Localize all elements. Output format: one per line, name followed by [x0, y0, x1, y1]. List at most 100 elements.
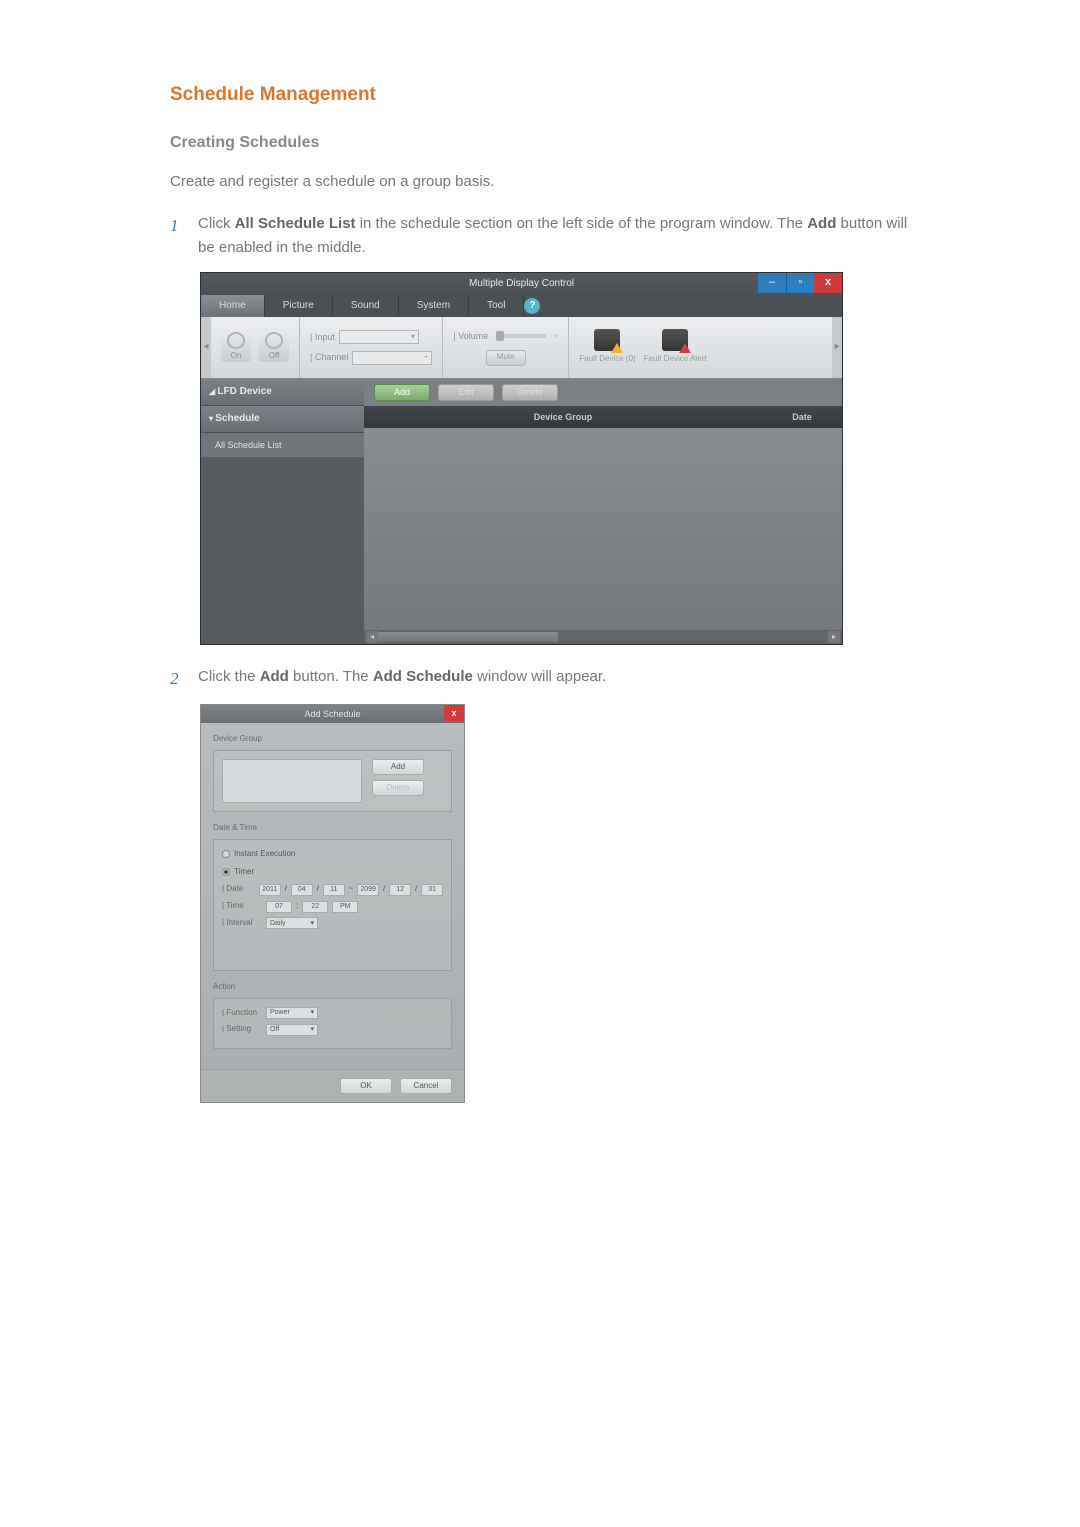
text: Click [198, 215, 235, 232]
day2-stepper[interactable]: 31 [421, 884, 443, 896]
close-button[interactable]: x [814, 273, 842, 293]
month1-stepper[interactable]: 04 [291, 884, 313, 896]
sep: / [415, 883, 417, 896]
add-schedule-dialog: Add Schedule x Device Group Add Delete D… [200, 704, 465, 1103]
function-row: | Function Power ▾ [222, 1007, 443, 1020]
power-icon [265, 332, 283, 348]
ribbon-nav-right[interactable]: ▸ [832, 317, 842, 378]
ribbon-nav-left[interactable]: ◂ [201, 317, 211, 378]
value: Power [270, 1007, 290, 1018]
step-number: 2 [170, 665, 184, 692]
tab-system[interactable]: System [399, 295, 469, 317]
date-time-label: Date & Time [213, 822, 452, 835]
power-on-button[interactable]: On [221, 332, 251, 362]
lfd-device-header[interactable]: LFD Device [201, 379, 364, 406]
device-group-listbox[interactable] [222, 759, 362, 803]
setting-select[interactable]: Off ▾ [266, 1024, 318, 1036]
step-text: Click the Add button. The Add Schedule w… [198, 665, 910, 692]
tab-picture[interactable]: Picture [265, 295, 333, 317]
content-area: LFD Device Schedule All Schedule List Ad… [201, 379, 842, 644]
tab-sound[interactable]: Sound [333, 295, 399, 317]
cancel-button[interactable]: Cancel [400, 1078, 452, 1094]
tab-tool[interactable]: Tool [469, 295, 524, 317]
delete-button[interactable]: Delete [502, 384, 558, 401]
day1-stepper[interactable]: 11 [323, 884, 345, 896]
grid-header: Device Group Date [364, 406, 842, 428]
scroll-left-icon[interactable]: ◂ [366, 631, 378, 643]
volume-slider[interactable] [496, 334, 546, 338]
scroll-thumb[interactable] [378, 632, 558, 642]
chevron-down-icon: ▾ [310, 1007, 314, 1018]
month2-stepper[interactable]: 12 [389, 884, 411, 896]
tab-home[interactable]: Home [201, 295, 265, 317]
right-panel: Add Edit Delete Device Group Date ◂ ▸ [364, 379, 842, 644]
step-2: 2 Click the Add button. The Add Schedule… [170, 665, 910, 692]
slider-thumb[interactable] [496, 331, 504, 341]
power-off-button[interactable]: Off [259, 332, 289, 362]
power-group: On Off [211, 317, 300, 378]
schedule-header[interactable]: Schedule [201, 406, 364, 433]
main-window-screenshot: Multiple Display Control – ▫ x Home Pict… [200, 272, 843, 645]
bold: Add [807, 215, 836, 232]
edit-button[interactable]: Edit [438, 384, 494, 401]
help-icon[interactable]: ? [524, 298, 540, 314]
dialog-body: Device Group Add Delete Date & Time Inst… [201, 723, 464, 1069]
label: On [231, 350, 242, 363]
date-label: | Date [222, 883, 255, 896]
maximize-button[interactable]: ▫ [786, 273, 814, 293]
date-row: | Date 2011/ 04/ 11 ~ 2099/ 12/ 31 [222, 883, 443, 896]
minute-stepper[interactable]: 22 [302, 901, 328, 913]
time-label: | Time [222, 900, 262, 913]
label: Fault Device (0) [579, 353, 635, 366]
page-heading: Schedule Management [170, 80, 910, 110]
minimize-button[interactable]: – [758, 273, 786, 293]
text: Click the [198, 668, 260, 685]
radio-icon [222, 868, 230, 876]
instant-execution-radio[interactable]: Instant Execution [222, 848, 443, 861]
window-title: Multiple Display Control [201, 276, 842, 292]
value: Off [270, 1024, 279, 1035]
device-delete-button[interactable]: Delete [372, 780, 424, 796]
device-add-button[interactable]: Add [372, 759, 424, 775]
mute-button[interactable]: Mute [486, 350, 526, 366]
function-select[interactable]: Power ▾ [266, 1007, 318, 1019]
dialog-footer: OK Cancel [201, 1069, 464, 1102]
titlebar: Multiple Display Control – ▫ x [201, 273, 842, 295]
section-subheading: Creating Schedules [170, 130, 910, 156]
hour-stepper[interactable]: 07 [266, 901, 292, 913]
year1-stepper[interactable]: 2011 [259, 884, 281, 896]
setting-row: | Setting Off▾ [222, 1023, 443, 1036]
chevron-down-icon: ▾ [310, 918, 314, 929]
horizontal-scrollbar[interactable]: ◂ ▸ [364, 630, 842, 644]
fault-device-item[interactable]: Fault Device (0) [579, 329, 635, 366]
chevron-down-icon: ▾ [310, 1024, 314, 1035]
function-label: | Function [222, 1007, 262, 1020]
all-schedule-list-item[interactable]: All Schedule List [201, 433, 364, 458]
sep: / [383, 883, 385, 896]
ampm-stepper[interactable]: PM [332, 901, 358, 913]
channel-stepper[interactable]: ÷ [352, 351, 432, 365]
input-dropdown[interactable]: ▾ [339, 330, 419, 344]
radio-icon [222, 850, 230, 858]
tilde: ~ [349, 883, 354, 896]
interval-select[interactable]: Daily▾ [266, 917, 318, 929]
fault-alert-item[interactable]: Fault Device Alert [644, 329, 707, 366]
year2-stepper[interactable]: 2099 [357, 884, 379, 896]
ok-button[interactable]: OK [340, 1078, 392, 1094]
step-1: 1 Click All Schedule List in the schedul… [170, 212, 910, 260]
add-button[interactable]: Add [374, 384, 430, 401]
monitor-warning-icon [594, 329, 620, 351]
volume-group: | Volume▸ Mute [443, 317, 569, 378]
interval-label: | Interval [222, 917, 262, 930]
interval-row: | Interval Daily▾ [222, 917, 443, 930]
sep: / [285, 883, 287, 896]
timer-radio[interactable]: Timer [222, 866, 443, 879]
power-icon [227, 332, 245, 348]
text: button. The [289, 668, 373, 685]
left-panel: LFD Device Schedule All Schedule List [201, 379, 364, 644]
volume-up-icon[interactable]: ▸ [554, 330, 558, 343]
scroll-right-icon[interactable]: ▸ [828, 631, 840, 643]
dialog-close-button[interactable]: x [444, 705, 464, 721]
sep: : [296, 900, 298, 913]
window-buttons: – ▫ x [758, 273, 842, 293]
